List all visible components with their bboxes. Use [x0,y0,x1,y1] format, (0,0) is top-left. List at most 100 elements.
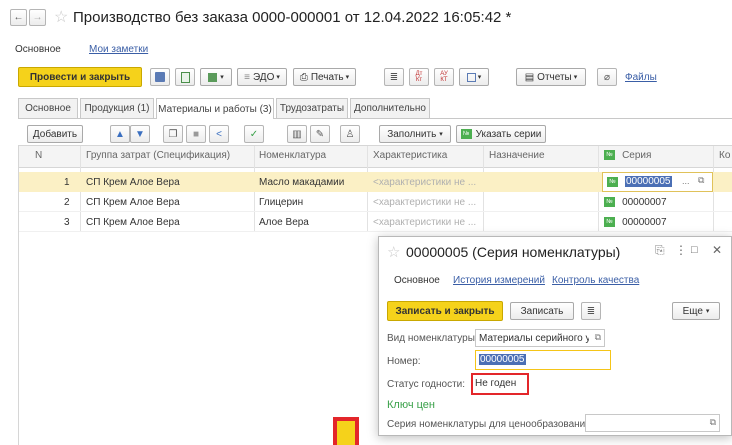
save-and-close-button[interactable]: Записать и закрыть [387,301,503,321]
tab-additional[interactable]: Дополнительно [350,98,430,118]
select-ellipsis-icon[interactable]: ... [682,176,690,186]
copy-icon: ❐ [168,128,178,140]
move-down-button[interactable]: ▼ [130,125,150,143]
tab-materials[interactable]: Материалы и работы (3) [156,98,274,119]
barcode-button[interactable]: ▥ [287,125,307,143]
favorite-star-icon[interactable]: ☆ [54,7,68,27]
row-series-value: 00000007 [622,217,667,228]
row-item[interactable]: Алое Вера [259,217,309,228]
more-vert-icon[interactable]: ⋮ [675,243,687,257]
maximize-icon[interactable]: □ [691,244,698,256]
series-icon: № [607,177,618,187]
forward-button[interactable]: → [29,9,46,26]
col-header-item[interactable]: Номенклатура [259,150,326,161]
col-header-n[interactable]: N [35,150,42,161]
popup-tab-history[interactable]: История измерений [453,275,545,286]
print-button[interactable]: ⎙ Печать ▾ [293,68,356,86]
chevron-down-icon: ▾ [276,74,280,81]
delete-icon: ■ [192,128,200,140]
move-up-button[interactable]: ▲ [110,125,130,143]
files-link[interactable]: Файлы [625,72,657,83]
post-and-close-button[interactable]: Провести и закрыть [18,67,142,87]
col-header-characteristic[interactable]: Характеристика [373,150,447,161]
list-icon: ≣ [586,305,596,317]
col-header-group[interactable]: Группа затрат (Спецификация) [86,150,230,161]
popup-tab-quality[interactable]: Контроль качества [552,275,639,286]
row-characteristic[interactable]: <характеристики не ... [373,177,479,188]
pricing-series-field[interactable]: ⧉ [585,414,720,432]
print-label: Печать [310,71,344,83]
chevron-down-icon: ▾ [220,74,224,81]
tab-label: Дополнительно [354,103,426,114]
fill-button[interactable]: Заполнить ▾ [379,125,451,143]
row-group[interactable]: СП Крем Алое Вера [86,177,180,188]
post-icon-button[interactable] [175,68,195,86]
status-label: Статус годности: [387,379,466,390]
journal-button[interactable]: ≣ [581,302,601,320]
row-number: 3 [64,217,70,228]
edit-button[interactable]: ✎ [310,125,330,143]
save-button[interactable]: Записать [510,302,574,320]
chevron-down-icon: ▾ [439,131,443,138]
document-post-icon [180,71,190,83]
tab-label: Продукция (1) [84,103,150,114]
journal-button[interactable]: ≣ [384,68,404,86]
row-item[interactable]: Масло макадамии [259,177,344,188]
link-icon[interactable]: ⎘ [655,243,665,258]
tab-labor[interactable]: Трудозатраты [276,98,348,118]
arrow-right-icon: → [32,12,43,23]
attach-button[interactable]: ⌀ [597,68,617,86]
series-popup: ☆ 00000005 (Серия номенклатуры) ⎘ ⋮ □ ✕ … [378,236,732,436]
status-field[interactable]: Не годен [471,373,529,395]
create-based-button[interactable]: ▾ [200,68,232,86]
row-item[interactable]: Глицерин [259,197,303,208]
row-characteristic[interactable]: <характеристики не ... [373,217,479,228]
reports-button[interactable]: ▤ Отчеты ▾ [516,68,586,86]
structure-button[interactable]: ▾ [459,68,489,86]
chevron-down-icon: ▾ [705,308,710,315]
price-key-link[interactable]: Ключ цен [387,399,435,411]
open-icon[interactable]: ⧉ [698,175,704,186]
row-series[interactable]: № 00000007 [604,196,667,208]
kind-field[interactable]: Материалы серийного учё ⧉ [475,329,605,347]
number-field[interactable]: 00000005 [475,350,611,370]
delete-button[interactable]: ■ [186,125,206,143]
copy-button[interactable]: ❐ [163,125,183,143]
user-button[interactable]: ♙ [340,125,360,143]
edo-button[interactable]: ≡ ЭДО ▾ [237,68,287,86]
back-button[interactable]: ← [10,9,27,26]
dt-kt-button[interactable]: Дт Кт [409,68,429,86]
col-header-purpose[interactable]: Назначение [489,150,545,161]
row-series-value: 00000005 [625,176,672,187]
col-header-series[interactable]: № Серия [604,149,651,161]
row-series[interactable]: № 00000007 [604,216,667,228]
row-characteristic[interactable]: <характеристики не ... [373,197,479,208]
chevron-down-icon: ▾ [345,74,350,81]
ay-kt-button[interactable]: АУ КТ [434,68,454,86]
create-based-icon [208,72,218,82]
close-icon[interactable]: ✕ [712,243,722,257]
tab-products[interactable]: Продукция (1) [80,98,154,118]
add-button[interactable]: Добавить [27,125,83,143]
open-icon[interactable]: ⧉ [710,417,716,428]
pick-button[interactable]: ✓ [244,125,264,143]
tab-label: Основное [25,103,71,114]
row-group[interactable]: СП Крем Алое Вера [86,197,180,208]
specify-series-label: Указать серии [475,128,542,140]
row-group[interactable]: СП Крем Алое Вера [86,217,180,228]
row-series-field[interactable]: № 00000005 ... ⧉ [602,172,713,192]
share-button[interactable]: < [209,125,229,143]
col-header-qty[interactable]: Ко [719,150,730,161]
favorite-star-icon[interactable]: ☆ [387,243,400,261]
save-icon-button[interactable] [150,68,170,86]
status-value: Не годен [475,378,517,389]
tab-main[interactable]: Основное [18,98,78,118]
specify-series-button[interactable]: № Указать серии [456,125,546,143]
open-icon[interactable]: ⧉ [595,332,601,343]
popup-tab-main[interactable]: Основное [394,275,440,286]
nav-my-notes[interactable]: Мои заметки [89,44,148,55]
row-number: 2 [64,197,70,208]
more-button[interactable]: Еще ▾ [672,302,720,320]
nav-main[interactable]: Основное [15,44,61,55]
series-icon: № [604,217,615,228]
